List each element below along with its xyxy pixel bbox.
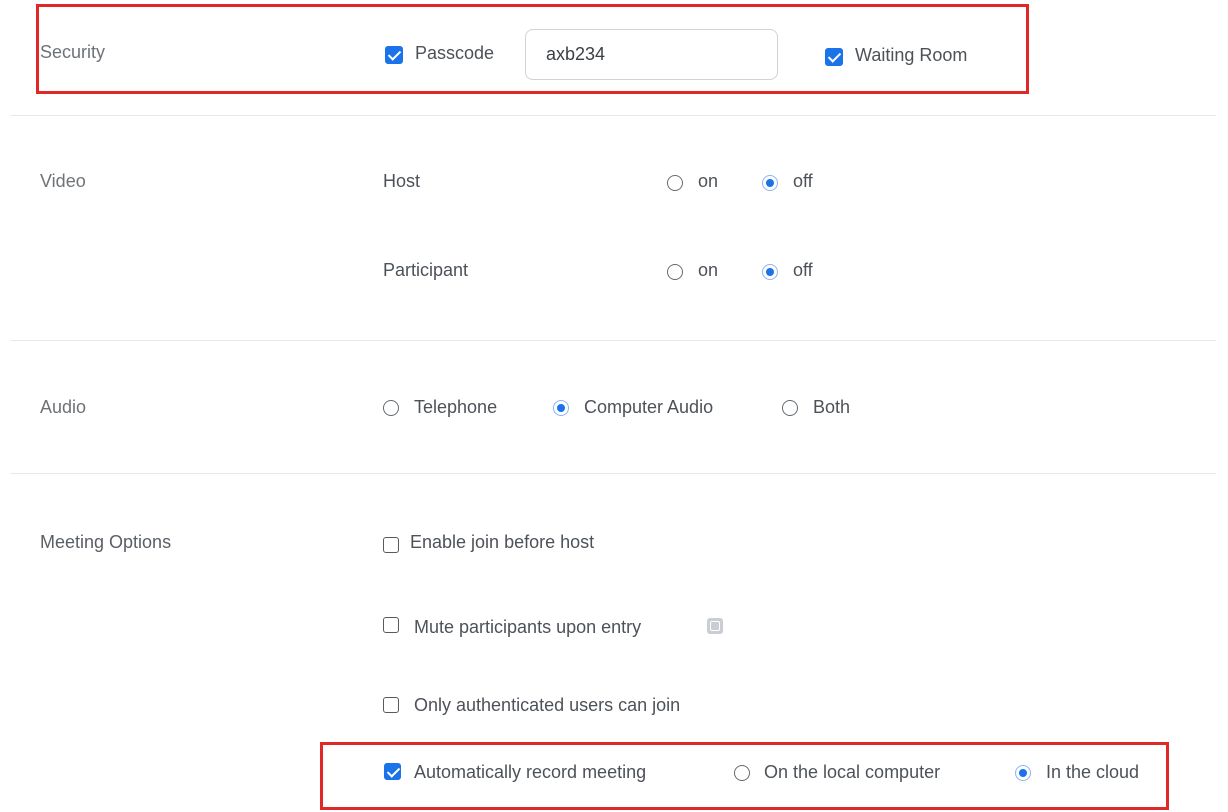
video-participant-on-label[interactable]: on [698,260,718,281]
video-host-on-radio[interactable] [667,175,683,191]
join-before-host-label[interactable]: Enable join before host [410,532,594,553]
divider-audio [10,473,1216,474]
record-cloud-radio[interactable] [1015,765,1031,781]
record-local-label[interactable]: On the local computer [764,762,940,783]
passcode-input[interactable] [525,29,778,80]
audio-computer-label[interactable]: Computer Audio [584,397,713,418]
waiting-room-label[interactable]: Waiting Room [855,45,967,66]
audio-telephone-label[interactable]: Telephone [414,397,497,418]
auto-record-checkbox[interactable] [384,763,401,780]
audio-both-radio[interactable] [782,400,798,416]
video-participant-on-radio[interactable] [667,264,683,280]
video-participant-label: Participant [383,260,469,280]
security-section-label: Security [40,42,106,62]
divider-video [10,340,1216,341]
video-host-off-label[interactable]: off [793,171,813,192]
mute-on-entry-checkbox[interactable] [383,617,399,633]
divider-security [10,115,1216,116]
authenticated-only-checkbox[interactable] [383,697,399,713]
record-cloud-label[interactable]: In the cloud [1046,762,1139,783]
audio-section-label: Audio [40,397,87,417]
video-participant-off-radio[interactable] [762,264,778,280]
passcode-checkbox[interactable] [385,46,403,64]
audio-telephone-radio[interactable] [383,400,399,416]
info-icon[interactable] [707,618,723,634]
video-host-off-radio[interactable] [762,175,778,191]
audio-computer-radio[interactable] [553,400,569,416]
passcode-label[interactable]: Passcode [415,43,494,64]
video-host-label: Host [383,171,421,191]
authenticated-only-label[interactable]: Only authenticated users can join [414,695,680,716]
join-before-host-checkbox[interactable] [383,537,399,553]
audio-both-label[interactable]: Both [813,397,850,418]
record-local-radio[interactable] [734,765,750,781]
video-section-label: Video [40,171,86,191]
waiting-room-checkbox[interactable] [825,48,843,66]
mute-on-entry-label[interactable]: Mute participants upon entry [414,617,641,638]
auto-record-label[interactable]: Automatically record meeting [414,762,646,783]
meeting-options-section-label: Meeting Options [40,532,172,552]
video-host-on-label[interactable]: on [698,171,718,192]
video-participant-off-label[interactable]: off [793,260,813,281]
